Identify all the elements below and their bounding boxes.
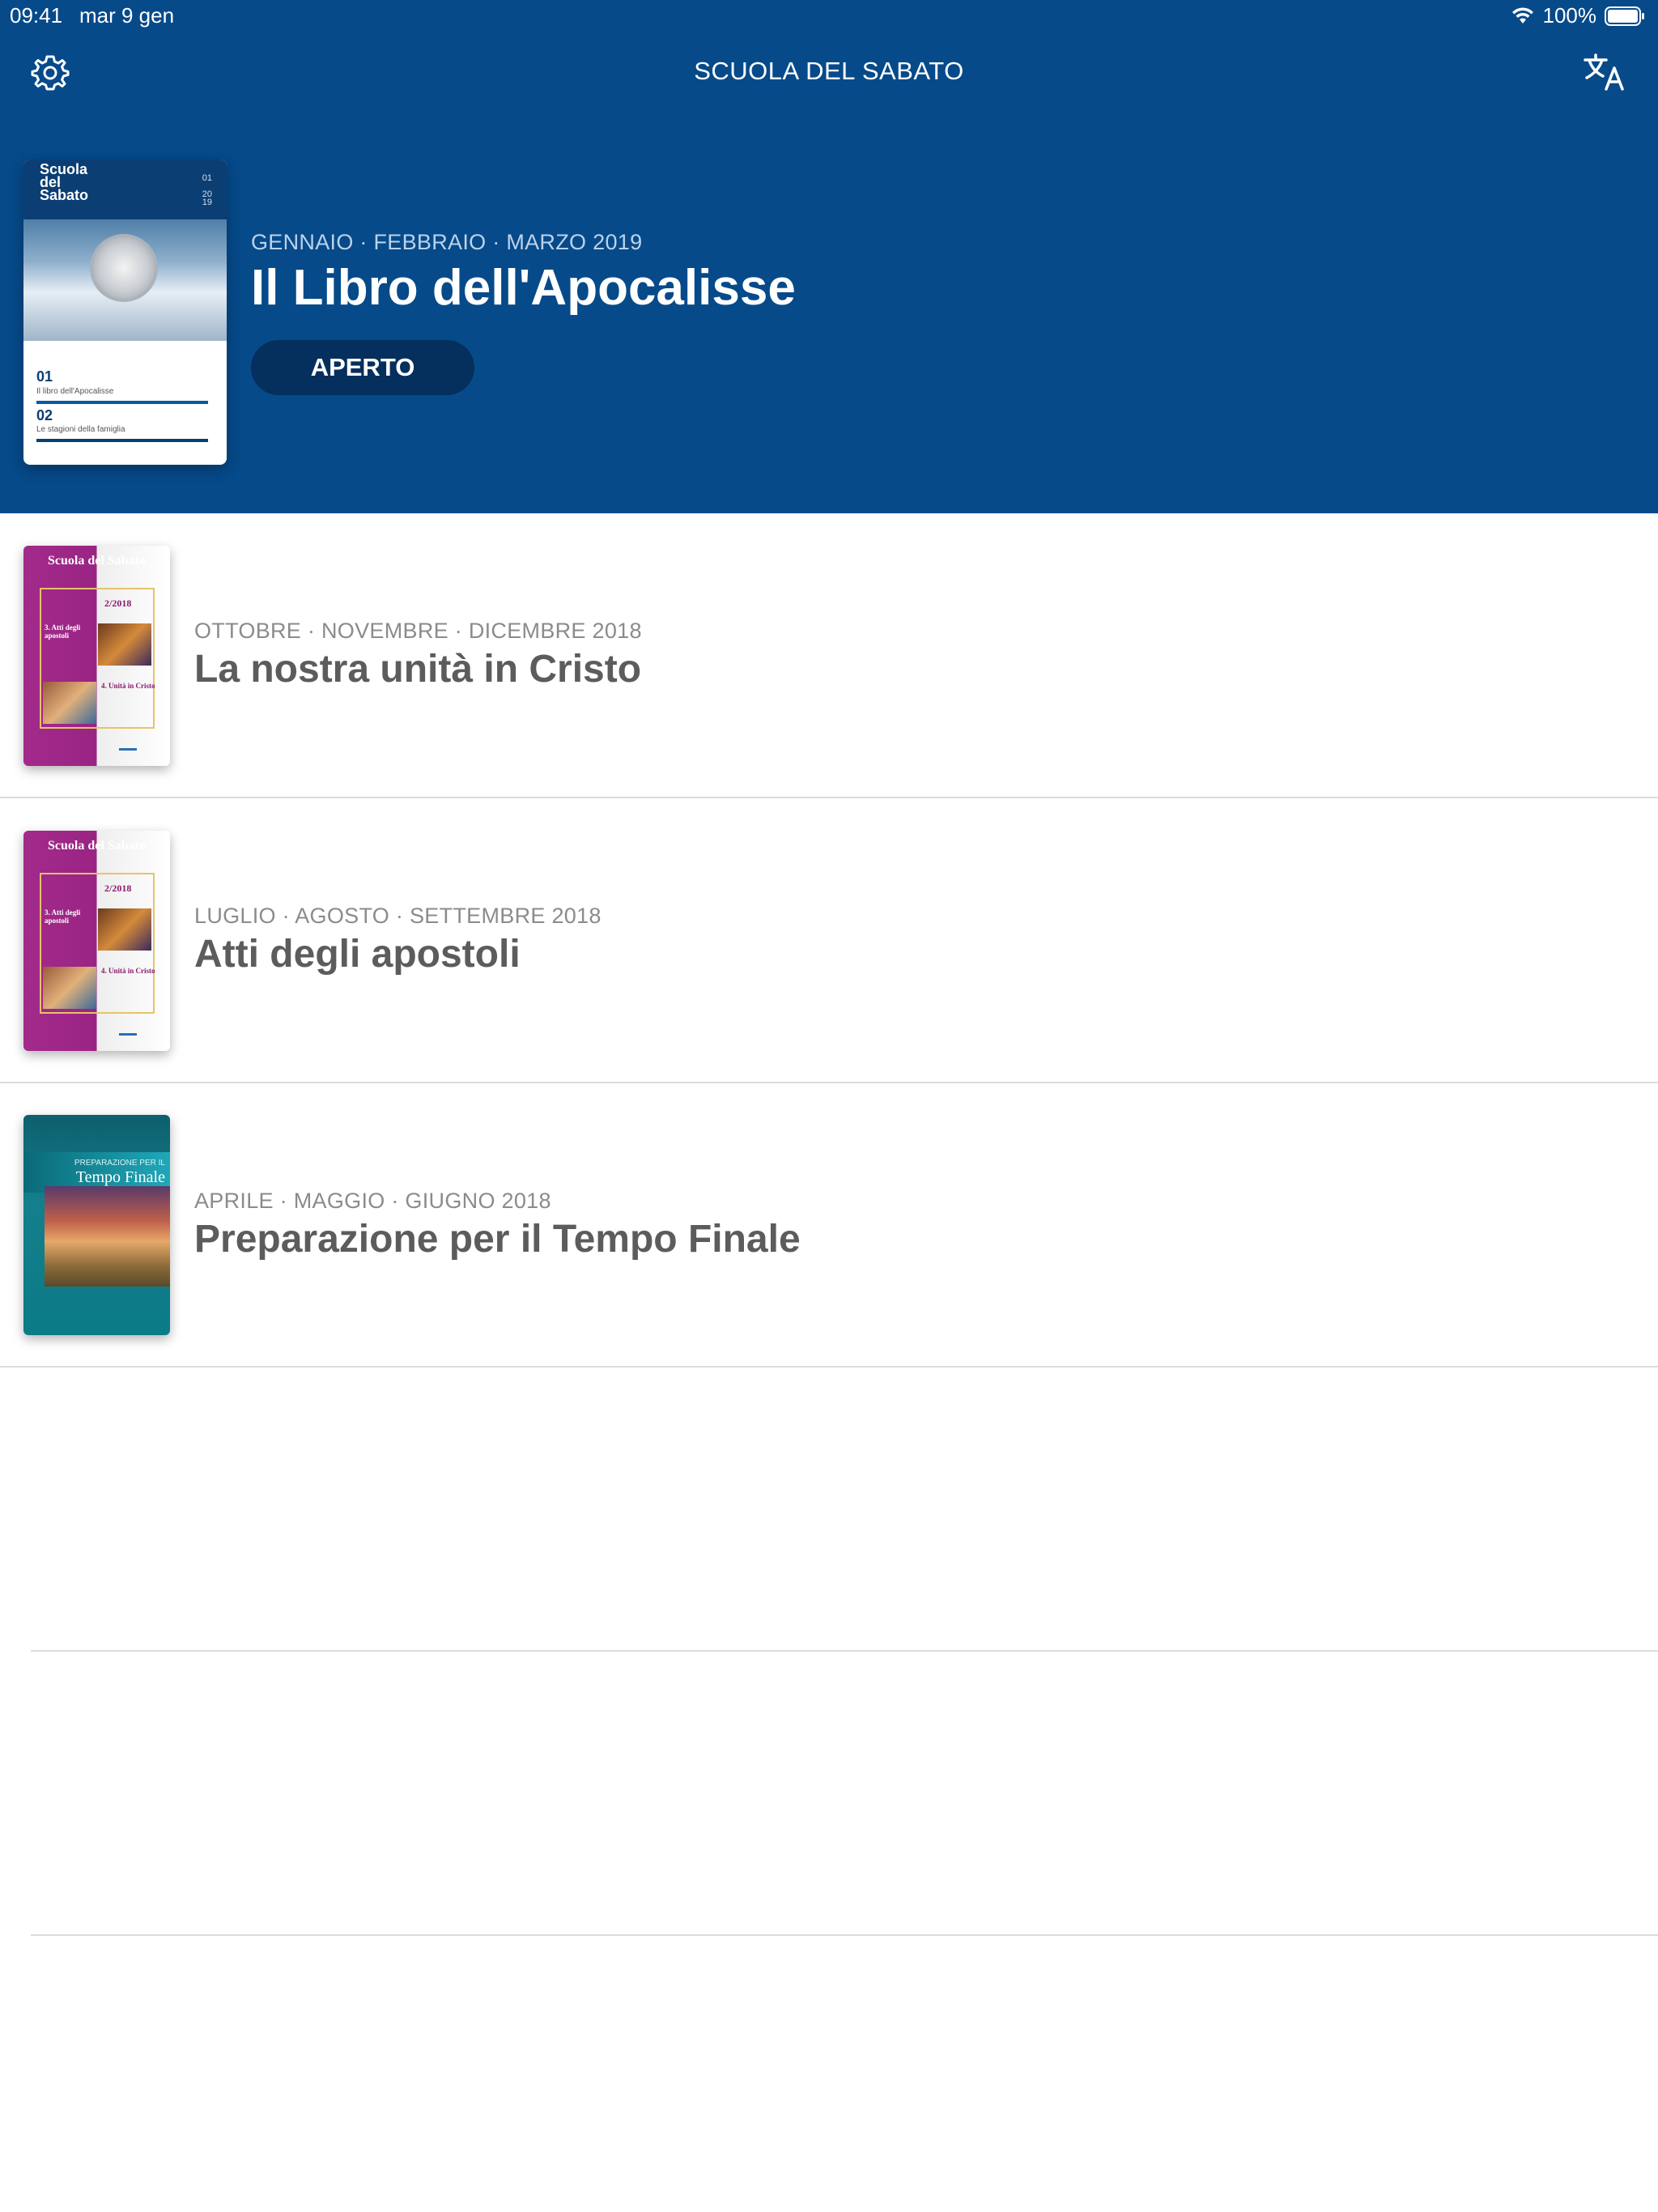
cover-item-text: Il libro dell'Apocalisse — [36, 387, 114, 396]
cover-photo — [98, 908, 151, 951]
cover-divider — [36, 439, 208, 442]
cover-text: 3. Atti degli apostoli — [45, 623, 81, 640]
cover-item-number: 01 — [36, 368, 53, 385]
cover-number: 01 20 19 — [202, 173, 212, 207]
status-bar: 09:41 mar 9 gen 100% — [0, 0, 1658, 32]
row-divider — [0, 1366, 1658, 1368]
cover-photo — [43, 682, 96, 724]
church-logo-icon — [119, 737, 137, 751]
battery-icon — [1605, 6, 1645, 26]
quarterly-dates: APRILE · MAGGIO · GIUGNO 2018 — [194, 1189, 551, 1213]
status-time: 09:41 — [10, 3, 63, 28]
cover-photo — [98, 623, 151, 666]
cover-header: Scuola del Sabato 01 20 19 — [23, 160, 227, 219]
cover-title: Scuola del Sabato — [40, 161, 89, 203]
cover-title: Tempo Finale — [75, 1168, 165, 1186]
translate-icon[interactable] — [1582, 52, 1629, 94]
quarterly-cover: Scuola del Sabato 2/2018 3. Atti degli a… — [23, 546, 170, 766]
cover-text: 4. Unità in Cristo — [101, 967, 155, 975]
cover-photo — [45, 1186, 170, 1287]
cover-text: 4. Unità in Cristo — [101, 682, 155, 690]
status-date: mar 9 gen — [79, 3, 175, 28]
cover-item-number: 02 — [36, 407, 53, 423]
empty-row-divider — [31, 1934, 1658, 1936]
cover-year: 2/2018 — [104, 883, 132, 894]
church-logo-icon — [119, 1022, 137, 1036]
open-button[interactable]: APERTO — [251, 340, 474, 395]
battery-percentage: 100% — [1542, 3, 1597, 28]
clock-image — [90, 234, 158, 302]
quarterly-title: Atti degli apostoli — [194, 933, 521, 976]
cover-subtitle: PREPARAZIONE PER IL — [74, 1159, 165, 1168]
empty-row-divider — [31, 1650, 1658, 1652]
cover-photo — [43, 967, 96, 1009]
quarterly-title: La nostra unità in Cristo — [194, 648, 642, 691]
cover-year: 2/2018 — [104, 598, 132, 609]
quarterly-cover: Scuola del Sabato 2/2018 3. Atti degli a… — [23, 831, 170, 1051]
featured-cover[interactable]: Scuola del Sabato 01 20 19 01 Il libro d… — [23, 160, 227, 465]
wifi-icon — [1511, 6, 1535, 25]
featured-header: 09:41 mar 9 gen 100% SCUOLA DEL SABATO S… — [0, 0, 1658, 513]
list-item[interactable]: Scuola del Sabato 2/2018 3. Atti degli a… — [0, 513, 1658, 798]
quarterly-dates: OTTOBRE · NOVEMBRE · DICEMBRE 2018 — [194, 619, 642, 643]
cover-title: Scuola del Sabato — [48, 554, 146, 568]
quarterly-cover: PREPARAZIONE PER IL Tempo Finale — [23, 1115, 170, 1335]
cover-text: 3. Atti degli apostoli — [45, 908, 81, 925]
cover-title: Scuola del Sabato — [48, 839, 146, 853]
quarterly-title: Preparazione per il Tempo Finale — [194, 1218, 801, 1261]
list-item[interactable]: Scuola del Sabato 2/2018 3. Atti degli a… — [0, 798, 1658, 1083]
cover-item-text: Le stagioni della famiglia — [36, 425, 125, 434]
status-indicators: 100% — [1511, 3, 1646, 28]
quarterly-dates: LUGLIO · AGOSTO · SETTEMBRE 2018 — [194, 904, 602, 928]
featured-title[interactable]: Il Libro dell'Apocalisse — [251, 259, 796, 317]
app-title: SCUOLA DEL SABATO — [694, 57, 964, 85]
featured-dates: GENNAIO · FEBBRAIO · MARZO 2019 — [251, 230, 643, 254]
list-item[interactable]: PREPARAZIONE PER IL Tempo Finale APRILE … — [0, 1083, 1658, 1368]
cover-divider — [36, 401, 208, 404]
